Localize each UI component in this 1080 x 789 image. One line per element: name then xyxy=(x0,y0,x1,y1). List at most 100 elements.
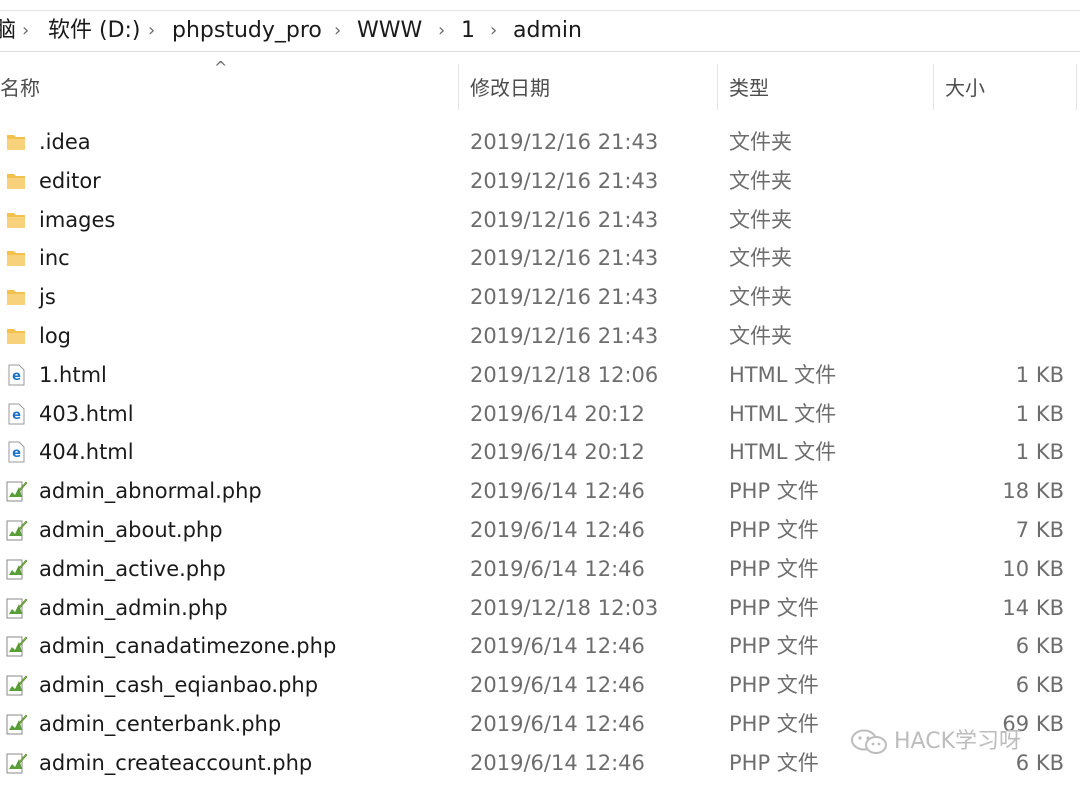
file-list: .idea 2019/12/16 21:43 文件夹 editor 2019/12/16… xyxy=(0,123,1080,783)
column-divider[interactable] xyxy=(717,64,718,110)
breadcrumb-item-drive[interactable]: 软件 (D:) xyxy=(48,11,141,51)
file-type: 文件夹 xyxy=(729,168,792,193)
file-row[interactable]: editor 2019/12/16 21:43 文件夹 xyxy=(0,162,1080,201)
breadcrumb-item-admin[interactable]: admin xyxy=(513,11,582,51)
svg-text:e: e xyxy=(12,369,21,384)
php-file-icon xyxy=(4,596,28,620)
file-size: 6 KB xyxy=(1015,634,1064,659)
breadcrumb-chevron-icon[interactable]: › xyxy=(22,11,29,51)
file-row[interactable]: .idea 2019/12/16 21:43 文件夹 xyxy=(0,123,1080,162)
file-name: admin_cash_eqianbao.php xyxy=(39,673,319,698)
breadcrumb-chevron-icon[interactable]: › xyxy=(490,11,497,51)
file-type: HTML 文件 xyxy=(729,362,837,387)
file-type: 文件夹 xyxy=(729,130,792,154)
file-type: PHP 文件 xyxy=(729,595,819,620)
file-size: 6 KB xyxy=(1015,750,1064,775)
breadcrumb-item-root[interactable]: 脑 xyxy=(0,11,16,51)
file-name: admin_abnormal.php xyxy=(39,479,262,504)
file-name: editor xyxy=(39,168,101,193)
folder-icon xyxy=(4,246,28,270)
folder-icon xyxy=(4,324,28,348)
file-date: 2019/12/16 21:43 xyxy=(470,207,659,232)
file-date: 2019/12/18 12:03 xyxy=(470,595,659,620)
breadcrumb-chevron-icon[interactable]: › xyxy=(148,11,155,51)
file-date: 2019/6/14 12:46 xyxy=(470,634,645,659)
file-type: PHP 文件 xyxy=(729,479,819,504)
file-name: images xyxy=(39,207,116,232)
php-file-icon xyxy=(4,634,28,658)
file-name: js xyxy=(39,285,56,310)
breadcrumb-chevron-icon[interactable]: › xyxy=(438,11,445,51)
column-divider[interactable] xyxy=(1076,64,1077,110)
file-row[interactable]: images 2019/12/16 21:43 文件夹 xyxy=(0,201,1080,240)
folder-icon xyxy=(4,130,28,154)
file-row[interactable]: admin_admin.php 2019/12/18 12:03 PHP 文件 14 … xyxy=(0,589,1080,628)
php-file-icon xyxy=(4,479,28,503)
column-divider[interactable] xyxy=(933,64,934,110)
file-name: inc xyxy=(39,246,70,271)
breadcrumb[interactable]: 脑 › 软件 (D:) › phpstudy_pro › WWW › 1 › a… xyxy=(0,11,1080,52)
file-name: admin_active.php xyxy=(39,556,226,581)
file-date: 2019/12/16 21:43 xyxy=(470,285,659,310)
breadcrumb-item-1[interactable]: 1 xyxy=(461,11,475,51)
file-date: 2019/6/14 12:46 xyxy=(470,556,645,581)
file-type: HTML 文件 xyxy=(729,401,837,426)
file-row[interactable]: admin_active.php 2019/6/14 12:46 PHP 文件 10 … xyxy=(0,550,1080,589)
file-row[interactable]: log 2019/12/16 21:43 文件夹 xyxy=(0,317,1080,356)
file-date: 2019/12/18 12:06 xyxy=(470,362,659,387)
file-row[interactable]: js 2019/12/16 21:43 文件夹 xyxy=(0,278,1080,317)
file-size: 18 KB xyxy=(1002,479,1064,504)
file-row[interactable]: e 403.html 2019/6/14 20:12 HTML 文件 1 KB xyxy=(0,395,1080,434)
folder-icon xyxy=(4,285,28,309)
file-size: 1 KB xyxy=(1015,362,1064,387)
file-name: admin_createaccount.php xyxy=(39,750,313,775)
folder-icon xyxy=(4,208,28,232)
file-name: 1.html xyxy=(39,362,107,387)
file-name: 404.html xyxy=(39,440,134,465)
file-row[interactable]: inc 2019/12/16 21:43 文件夹 xyxy=(0,239,1080,278)
file-size: 1 KB xyxy=(1015,440,1064,465)
file-size: 7 KB xyxy=(1015,517,1064,542)
window-top-strip xyxy=(0,0,1080,11)
column-header-date[interactable]: 修改日期 xyxy=(470,62,550,114)
file-date: 2019/6/14 20:12 xyxy=(470,401,645,426)
file-type: 文件夹 xyxy=(729,285,792,310)
file-size: 14 KB xyxy=(1002,595,1064,620)
file-size: 1 KB xyxy=(1015,401,1064,426)
file-date: 2019/6/14 12:46 xyxy=(470,479,645,504)
file-row[interactable]: e 1.html 2019/12/18 12:06 HTML 文件 1 KB xyxy=(0,356,1080,395)
file-type: PHP 文件 xyxy=(729,634,819,659)
column-header-type[interactable]: 类型 xyxy=(729,62,769,114)
breadcrumb-chevron-icon[interactable]: › xyxy=(334,11,341,51)
svg-text:e: e xyxy=(12,408,21,423)
html-file-icon: e xyxy=(4,363,28,387)
file-type: HTML 文件 xyxy=(729,440,837,465)
svg-text:e: e xyxy=(12,446,21,461)
php-file-icon xyxy=(4,518,28,542)
file-row[interactable]: e 404.html 2019/6/14 20:12 HTML 文件 1 KB xyxy=(0,433,1080,472)
folder-icon xyxy=(4,169,28,193)
file-name: .idea xyxy=(39,130,91,154)
file-row[interactable]: admin_cash_eqianbao.php 2019/6/14 12:46 PH… xyxy=(0,666,1080,705)
column-header-size[interactable]: 大小 xyxy=(945,62,985,114)
file-name: admin_canadatimezone.php xyxy=(39,634,337,659)
file-date: 2019/12/16 21:43 xyxy=(470,246,659,271)
column-divider[interactable] xyxy=(458,64,459,110)
file-row[interactable]: admin_canadatimezone.php 2019/6/14 12:46 P… xyxy=(0,627,1080,666)
file-type: 文件夹 xyxy=(729,323,792,348)
file-date: 2019/12/16 21:43 xyxy=(470,323,659,348)
wechat-icon xyxy=(851,729,887,754)
file-date: 2019/6/14 12:46 xyxy=(470,750,645,775)
file-name: admin_centerbank.php xyxy=(39,711,282,736)
file-row[interactable]: admin_about.php 2019/6/14 12:46 PHP 文件 7 KB xyxy=(0,511,1080,550)
column-header-name[interactable]: 名称 xyxy=(0,62,40,114)
file-date: 2019/6/14 12:46 xyxy=(470,711,645,736)
file-type: PHP 文件 xyxy=(729,673,819,698)
php-file-icon xyxy=(4,557,28,581)
breadcrumb-item-www[interactable]: WWW xyxy=(357,11,422,51)
file-type: PHP 文件 xyxy=(729,711,819,736)
file-row[interactable]: admin_abnormal.php 2019/6/14 12:46 PHP 文件 1… xyxy=(0,472,1080,511)
breadcrumb-item-phpstudy[interactable]: phpstudy_pro xyxy=(172,11,322,51)
column-header-row: 名称 修改日期 类型 大小 xyxy=(0,62,1080,114)
file-size: 10 KB xyxy=(1002,556,1064,581)
